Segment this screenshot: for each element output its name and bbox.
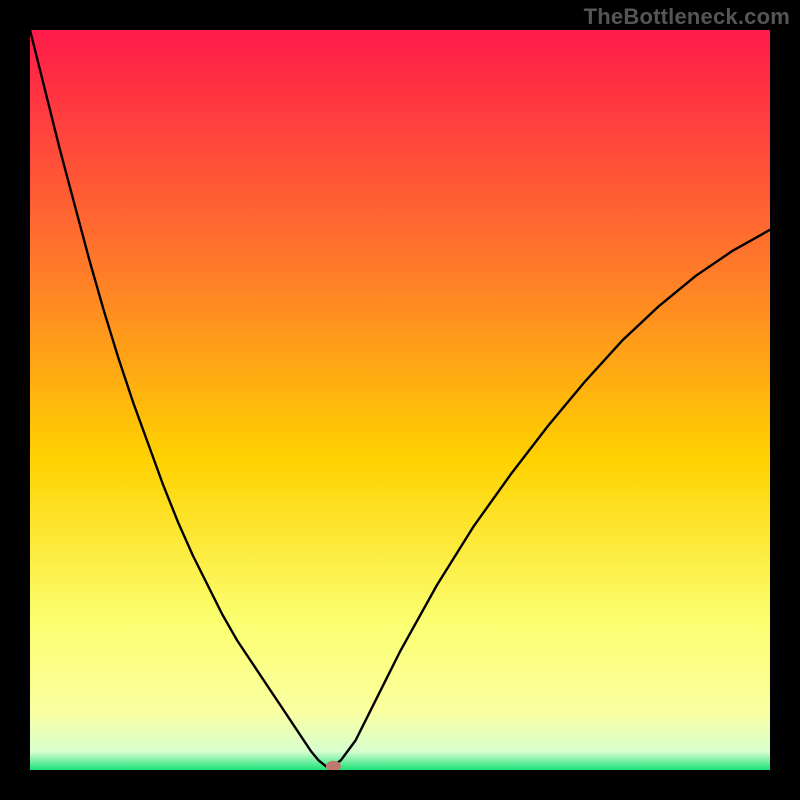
chart-svg (30, 30, 770, 770)
chart-frame: TheBottleneck.com (0, 0, 800, 800)
watermark-text: TheBottleneck.com (584, 4, 790, 30)
gradient-background (30, 30, 770, 770)
marker-dot (326, 761, 340, 770)
plot-area (30, 30, 770, 770)
